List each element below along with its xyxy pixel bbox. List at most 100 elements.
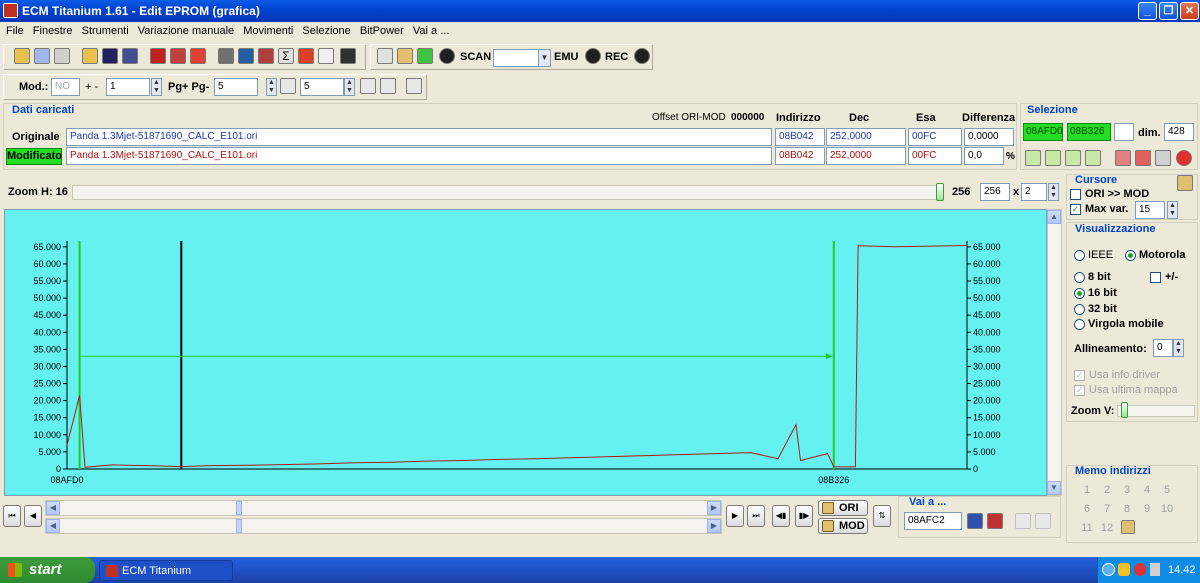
last-page-icon[interactable]: ⏭ xyxy=(747,505,765,527)
taskbar-item-ecm[interactable]: ECM Titanium xyxy=(99,560,233,581)
last-map-checkbox[interactable]: ✓ xyxy=(1074,385,1085,396)
zoom-value-2[interactable]: 256 xyxy=(980,183,1010,201)
minimize-button[interactable]: _ xyxy=(1138,2,1157,20)
prev-diff-icon[interactable]: ◀▮ xyxy=(772,505,790,527)
memo-9[interactable]: 9 xyxy=(1139,503,1155,515)
chart-scroll-down-icon[interactable]: ▼ xyxy=(1047,481,1061,495)
menu-vai-a[interactable]: Vai a ... xyxy=(413,22,449,40)
rec-button-icon[interactable] xyxy=(634,48,650,64)
pg-field[interactable]: 5 xyxy=(214,78,258,96)
memo-6[interactable]: 6 xyxy=(1079,503,1095,515)
zoom-factor[interactable]: 2 xyxy=(1021,183,1047,201)
menu-strumenti[interactable]: Strumenti xyxy=(82,22,129,40)
original-file[interactable]: Panda 1.3Mjet-51871690_CALC_E101.ori xyxy=(66,128,772,146)
original-dec[interactable]: 252,0000 xyxy=(826,128,906,146)
alignment-spinner[interactable]: ▲ ▼ xyxy=(1173,339,1184,357)
memo-11[interactable]: 11 xyxy=(1079,522,1095,534)
original-hex[interactable]: 00FC xyxy=(908,128,962,146)
driver-info-checkbox[interactable]: ✓ xyxy=(1074,370,1085,381)
memo-7[interactable]: 7 xyxy=(1099,503,1115,515)
goto-ori-icon[interactable] xyxy=(967,513,983,529)
volume-icon[interactable] xyxy=(1150,563,1160,576)
modified-dec[interactable]: 252,0000 xyxy=(826,147,906,165)
runner-icon[interactable] xyxy=(417,48,433,64)
memo-8[interactable]: 8 xyxy=(1119,503,1135,515)
color-icon[interactable] xyxy=(298,48,314,64)
next-diff-icon[interactable]: ▮▶ xyxy=(795,505,813,527)
menu-variazione-manuale[interactable]: Variazione manuale xyxy=(138,22,234,40)
erase-icon[interactable] xyxy=(190,48,206,64)
close-button[interactable]: ✕ xyxy=(1180,2,1199,20)
terminal-icon[interactable] xyxy=(377,48,393,64)
compare-icon[interactable] xyxy=(170,48,186,64)
select-range-icon[interactable] xyxy=(1045,150,1061,166)
swap-icon[interactable]: ⇅ xyxy=(873,505,891,527)
32bit-radio[interactable] xyxy=(1074,304,1085,315)
ori-mod-checkbox[interactable] xyxy=(1070,189,1081,200)
t-field[interactable]: 5 xyxy=(300,78,344,96)
chevron-down-icon[interactable]: ▼ xyxy=(538,49,551,67)
zoom-factor-spinner[interactable]: ▲ ▼ xyxy=(1048,183,1059,201)
clear-selection-icon[interactable] xyxy=(1155,150,1171,166)
select-mid-icon[interactable] xyxy=(1065,150,1081,166)
goto-forward-icon[interactable] xyxy=(1035,513,1051,529)
t-spinner[interactable]: ▲ ▼ xyxy=(344,78,355,96)
mod-h-scrollbar[interactable] xyxy=(45,518,722,534)
8bit-radio[interactable] xyxy=(1074,272,1085,283)
pg-spinner[interactable]: ▲ ▼ xyxy=(266,78,277,96)
goto-back-icon[interactable] xyxy=(1015,513,1031,529)
lock-icon[interactable] xyxy=(397,48,413,64)
menu-selezione[interactable]: Selezione xyxy=(302,22,350,40)
zoom-v-slider-thumb[interactable] xyxy=(1121,402,1128,418)
modified-address[interactable]: 08B042 xyxy=(775,147,825,165)
u-button-icon[interactable] xyxy=(406,78,422,94)
prev-page-icon[interactable]: ◀ xyxy=(24,505,42,527)
goto-mod-icon[interactable] xyxy=(987,513,1003,529)
select-start-icon[interactable] xyxy=(1025,150,1041,166)
chart-3d-icon[interactable] xyxy=(318,48,334,64)
max-var-field[interactable]: 15 xyxy=(1135,201,1165,219)
cursor-lock-icon[interactable] xyxy=(1177,175,1193,191)
dim-field[interactable]: 428 xyxy=(1164,123,1194,141)
float-radio[interactable] xyxy=(1074,319,1085,330)
first-page-icon[interactable]: ⏮ xyxy=(3,505,21,527)
memo-4[interactable]: 4 xyxy=(1139,484,1155,496)
modified-diff[interactable]: 0,0 xyxy=(964,147,1004,165)
next-page-icon[interactable]: ▶ xyxy=(726,505,744,527)
max-var-spinner[interactable]: ▲ ▼ xyxy=(1167,201,1178,219)
step-field[interactable]: 1 xyxy=(106,78,150,96)
home-icon[interactable] xyxy=(14,48,30,64)
zoom-v-slider[interactable] xyxy=(1117,405,1195,417)
menu-file[interactable]: File xyxy=(6,22,24,40)
scan-record-icon[interactable] xyxy=(439,48,455,64)
security-shield-icon[interactable] xyxy=(1118,563,1130,576)
modified-hex[interactable]: 00FC xyxy=(908,147,962,165)
search-hex-icon[interactable] xyxy=(218,48,234,64)
ieee-radio[interactable] xyxy=(1074,250,1085,261)
16bit-radio[interactable] xyxy=(1074,288,1085,299)
selection-start[interactable]: 08AFD0 xyxy=(1023,123,1063,141)
memo-lock-icon[interactable] xyxy=(1121,520,1135,534)
tray-arrow-icon[interactable] xyxy=(1102,563,1115,576)
modified-file[interactable]: Panda 1.3Mjet-51871690_CALC_E101.ori xyxy=(66,147,772,165)
maximize-button[interactable]: ❐ xyxy=(1159,2,1178,20)
antivirus-icon[interactable] xyxy=(1134,563,1146,576)
ori-scroll-thumb[interactable] xyxy=(236,501,242,515)
h-button-icon[interactable] xyxy=(380,78,396,94)
goto-field[interactable]: 08AFC2 xyxy=(904,512,962,530)
save-icon[interactable] xyxy=(102,48,118,64)
binoculars-icon[interactable] xyxy=(340,48,356,64)
m-button-icon[interactable] xyxy=(360,78,376,94)
save-as-icon[interactable] xyxy=(122,48,138,64)
chart-scroll-up-icon[interactable]: ▲ xyxy=(1047,210,1061,224)
zoom-h-slider-thumb[interactable] xyxy=(936,183,944,201)
memo-2[interactable]: 2 xyxy=(1099,484,1115,496)
mod-scroll-thumb[interactable] xyxy=(236,519,242,533)
max-var-checkbox[interactable]: ✓ xyxy=(1070,204,1081,215)
selection-end[interactable]: 08B326 xyxy=(1067,123,1111,141)
memo-1[interactable]: 1 xyxy=(1079,484,1095,496)
checksum-icon[interactable] xyxy=(150,48,166,64)
mod-scroll-left-icon[interactable]: ◀ xyxy=(46,519,60,533)
menu-bitpower[interactable]: BitPower xyxy=(360,22,404,40)
memo-12[interactable]: 12 xyxy=(1099,522,1115,534)
